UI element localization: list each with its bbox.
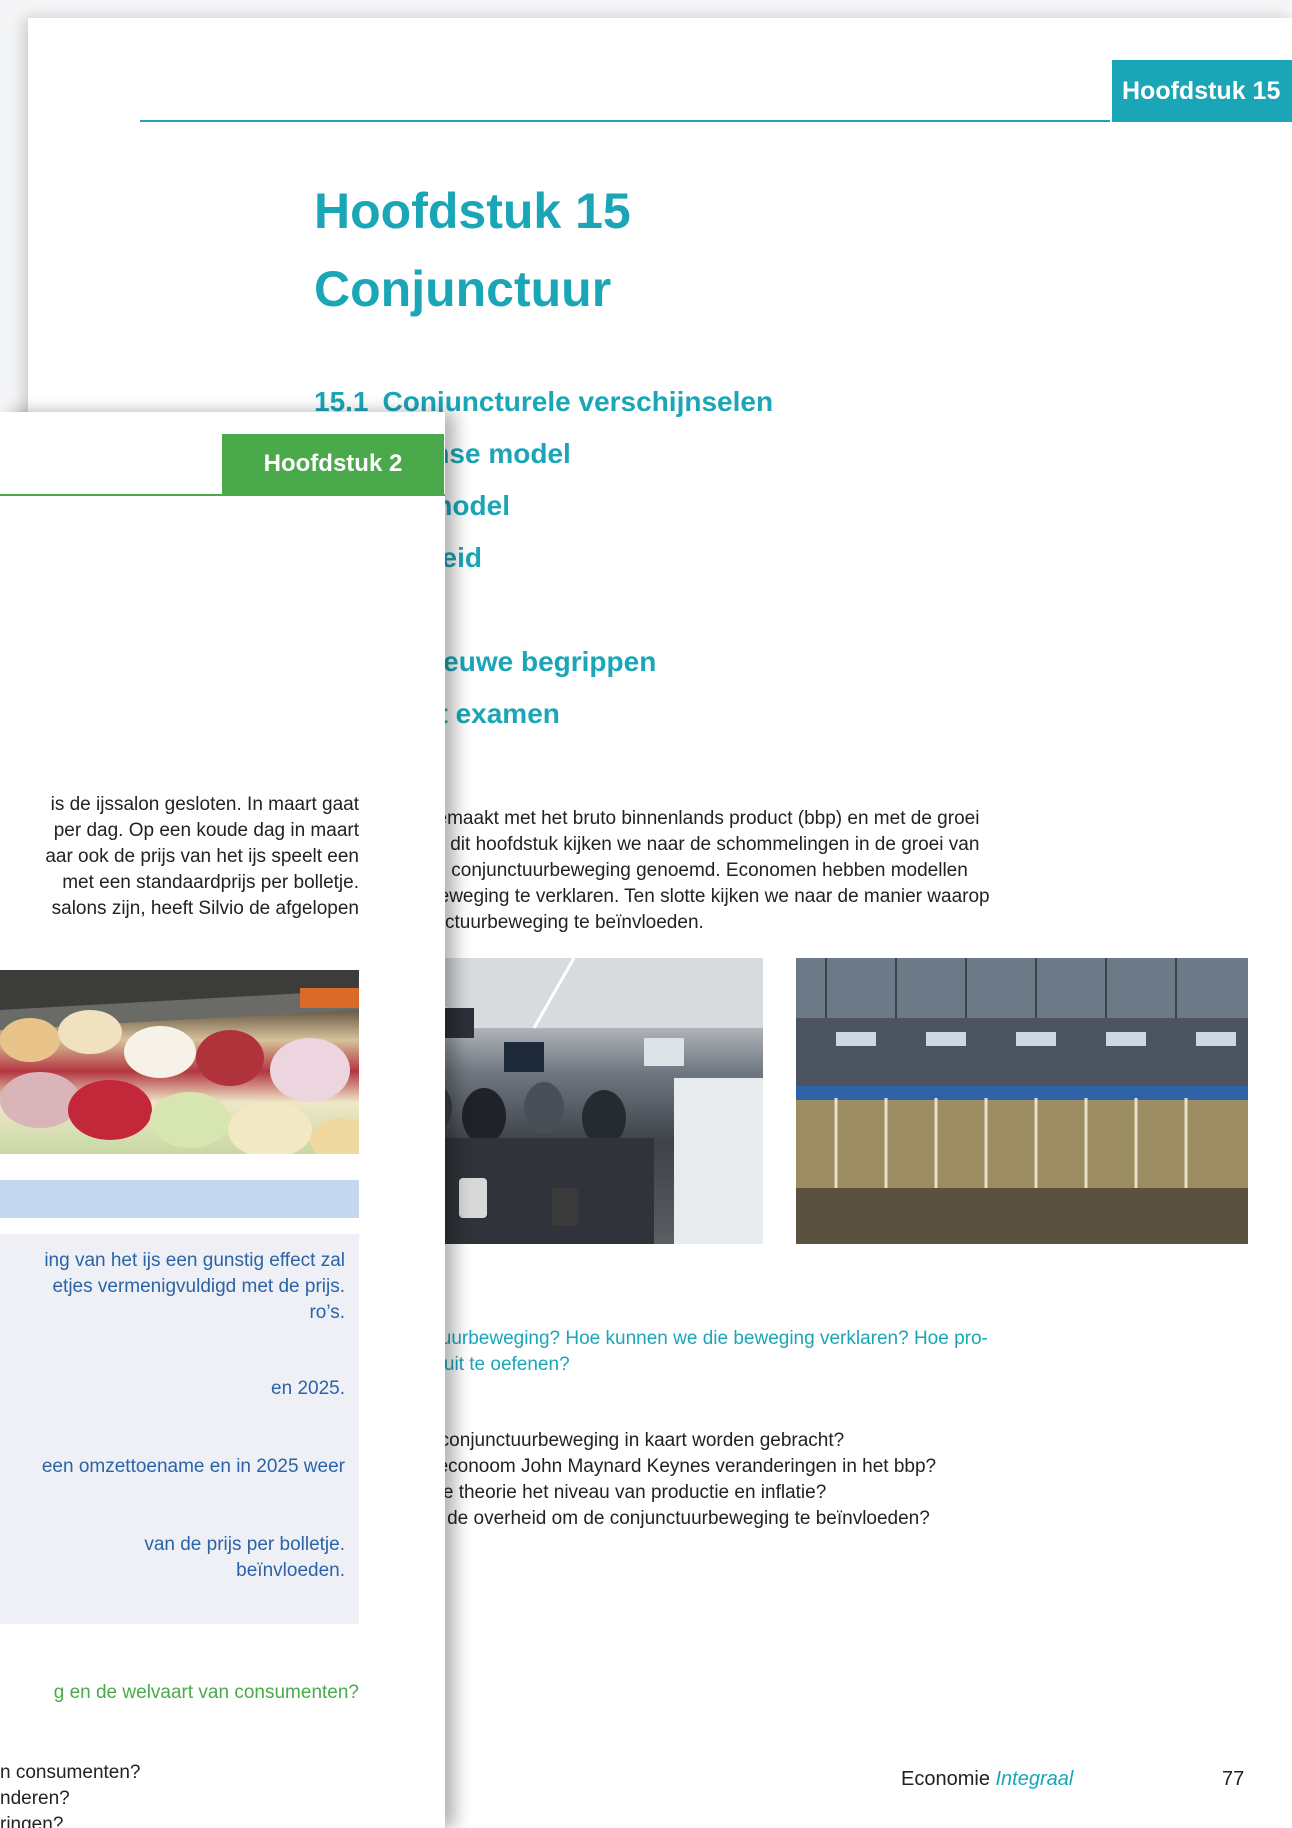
brand-name-italic: Integraal	[995, 1768, 1074, 1790]
sub-question: rumenten heeft de overheid om de conjunc…	[314, 1508, 930, 1529]
intro-line: aar ook de prijs van het ijs speelt een	[45, 846, 359, 867]
page-number: 77	[1222, 1768, 1245, 1790]
footer-brand: Economie Integraal	[901, 1768, 1073, 1791]
empty-terminal-photo	[796, 958, 1248, 1244]
sub-question: nderen?	[0, 1788, 70, 1809]
intro-line: heb je kennisgemaakt met het bruto binne…	[314, 808, 980, 829]
box-line: beïnvloeden.	[236, 1560, 345, 1581]
intro-line: is de ijssalon gesloten. In maart gaat	[50, 794, 359, 815]
sub-question: arde de Britse econoom John Maynard Keyn…	[314, 1456, 937, 1477]
front-page: Hoofdstuk 2 is de ijssalon gesloten. In …	[0, 412, 445, 1828]
chapter-tag: Hoofdstuk 15	[1112, 60, 1292, 122]
chapter-intro: is de ijssalon gesloten. In maart gaat p…	[0, 792, 359, 922]
header-rule	[140, 120, 1110, 122]
intro-line: termijn, ook wel conjunctuurbeweging gen…	[314, 860, 968, 881]
intro-line: peert de conjunctuurbeweging te beïnvloe…	[314, 912, 704, 933]
sub-questions: manier kan de conjunctuurbeweging in kaa…	[314, 1428, 1249, 1532]
central-question-line: d er invloed op uit te oefenen?	[314, 1354, 570, 1375]
box-line: ing van het ijs een gunstig effect zal	[44, 1250, 345, 1271]
box-line: een omzettoename en in 2025 weer	[41, 1456, 345, 1477]
intro-line: ange termijn. In dit hoofdstuk kijken we…	[314, 834, 980, 855]
central-question: we de conjunctuurbeweging? Hoe kunnen we…	[314, 1326, 1249, 1378]
ice-cream-photo	[0, 970, 359, 1154]
sub-question: ringen?	[0, 1814, 64, 1828]
box-line: en 2025.	[271, 1378, 345, 1399]
chapter-title: Conjunctuur	[314, 261, 612, 317]
sub-question: art een moderne theorie het niveau van p…	[314, 1482, 827, 1503]
brand-name: Economie	[901, 1768, 990, 1790]
central-question: g en de welvaart van consumenten?	[53, 1682, 359, 1703]
sub-questions: n consumenten? nderen? ringen?	[0, 1760, 141, 1828]
intro-line: per dag. Op een koude dag in maart	[53, 820, 359, 841]
intro-line: salons zijn, heeft Silvio de afgelopen	[51, 898, 359, 919]
sub-question: manier kan de conjunctuurbeweging in kaa…	[314, 1430, 845, 1451]
header-rule	[0, 494, 445, 496]
chapter-intro: heb je kennisgemaakt met het bruto binne…	[314, 806, 1249, 936]
chapter-tag: Hoofdstuk 2	[222, 434, 444, 494]
section-bar	[0, 1180, 359, 1218]
intro-line: e conjunctuurbeweging te verklaren. Ten …	[314, 886, 990, 907]
example-box: ing van het ijs een gunstig effect zal e…	[0, 1234, 359, 1624]
box-line: ro’s.	[309, 1302, 345, 1323]
sub-question: n consumenten?	[0, 1762, 141, 1783]
box-line: van de prijs per bolletje.	[144, 1534, 345, 1555]
intro-line: met een standaardprijs per bolletje.	[62, 872, 359, 893]
central-question-line: we de conjunctuurbeweging? Hoe kunnen we…	[314, 1328, 988, 1349]
box-line: etjes vermenigvuldigd met de prijs.	[52, 1276, 345, 1297]
chapter-number-title: Hoofdstuk 15	[314, 183, 631, 239]
